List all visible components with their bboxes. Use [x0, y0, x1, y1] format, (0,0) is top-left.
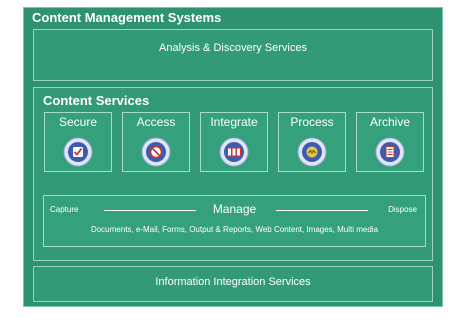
- manage-line-right: [276, 210, 368, 211]
- content-services-panel: Content Services Secure Access Integrate…: [33, 87, 433, 261]
- content-management-systems-panel: Content Management Systems Analysis & Di…: [23, 7, 443, 307]
- service-label-access: Access: [136, 115, 176, 129]
- service-access: Access: [122, 112, 190, 172]
- analysis-label: Analysis & Discovery Services: [159, 42, 307, 54]
- manage-title: Manage: [212, 202, 257, 216]
- dispose-label: Dispose: [388, 205, 417, 214]
- no-entry-icon: [141, 137, 171, 167]
- outer-title: Content Management Systems: [32, 10, 222, 25]
- information-integration-services-panel: Information Integration Services: [33, 266, 433, 302]
- service-label-integrate: Integrate: [210, 115, 258, 129]
- service-secure: Secure: [44, 112, 112, 172]
- integrate-icon: [219, 137, 249, 167]
- content-services-title: Content Services: [43, 93, 150, 108]
- media-types-list: Documents, e-Mail, Forms, Output & Repor…: [90, 225, 379, 234]
- service-label-process: Process: [290, 115, 334, 129]
- service-label-secure: Secure: [58, 115, 98, 129]
- service-archive: Archive: [356, 112, 424, 172]
- manage-panel: Capture Manage Dispose Documents, e-Mail…: [43, 195, 426, 247]
- gear-process-icon: [297, 137, 327, 167]
- integration-label: Information Integration Services: [155, 276, 311, 288]
- document-archive-icon: [375, 137, 405, 167]
- service-process: Process: [278, 112, 346, 172]
- checkmark-shield-icon: [63, 137, 93, 167]
- analysis-discovery-services-panel: Analysis & Discovery Services: [33, 29, 433, 81]
- service-label-archive: Archive: [369, 115, 410, 129]
- service-integrate: Integrate: [200, 112, 268, 172]
